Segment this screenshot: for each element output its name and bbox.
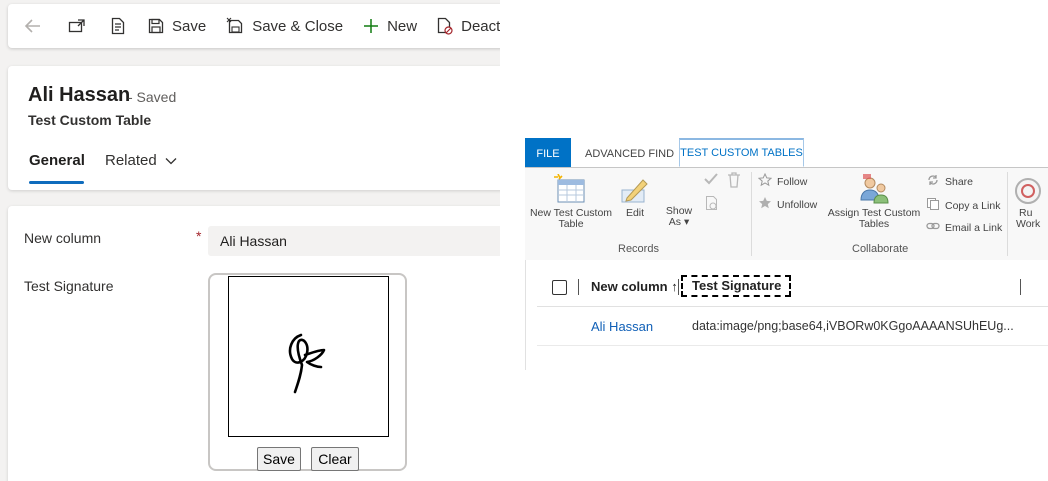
run-workflow-button[interactable]: Ru Work [1013,176,1048,230]
deactivate-icon [437,17,453,35]
new-record-button[interactable]: New Test Custom Table [529,174,613,230]
records-group-label: Records [618,243,659,255]
deactivate-button[interactable]: Deactiv [427,4,500,48]
tab-test-custom-tables[interactable]: TEST CUSTOM TABLES [679,138,804,167]
show-as-label-line2: As ▾ [668,216,690,228]
column-header-label: New column [591,279,668,294]
link-icon [926,221,945,234]
new-column-label: New column [24,230,102,246]
document-block-icon [705,195,724,214]
follow-button[interactable]: Follow [757,172,808,190]
assign-icon [825,174,923,208]
tab-related-label: Related [105,152,157,169]
ribbon: New Test Custom Table Edit Show As ▾ Rec… [525,168,1048,261]
delete-button[interactable] [727,172,746,191]
save-and-close-icon [226,17,244,35]
record-entity-name: Test Custom Table [28,112,152,128]
tab-file[interactable]: FILE [525,138,571,167]
signature-stroke [288,333,326,394]
form-editor-button[interactable] [98,4,138,48]
column-separator [678,279,679,295]
grid-header-row: New column ↑ Test Signature [537,268,1048,307]
save-button-label: Save [172,17,207,35]
plus-icon [363,18,379,34]
active-tab-indicator [29,181,84,184]
sort-ascending-icon: ↑ [671,279,678,294]
column-header-new-column[interactable]: New column ↑ [591,279,678,294]
new-record-icon [529,174,613,208]
select-all-checkbox[interactable] [552,280,567,295]
workflow-icon [1013,176,1048,208]
record-header: Ali Hassan - Saved Test Custom Table Gen… [8,66,500,190]
table-row[interactable]: Ali Hassan data:image/png;base64,iVBORw0… [537,307,1048,346]
new-record-label-line2: Table [558,218,584,230]
signature-canvas[interactable] [228,276,389,437]
copy-link-button[interactable]: Copy a Link [926,197,1000,214]
email-link-button[interactable]: Email a Link [926,221,1002,234]
star-filled-icon [758,196,777,213]
collaborate-group-label: Collaborate [852,243,909,255]
edit-button[interactable]: Edit [615,174,655,219]
tab-related[interactable]: Related [105,152,177,169]
back-arrow-icon [24,18,42,34]
records-grid: New column ↑ Test Signature Ali Hassan d… [525,260,1048,370]
record-title: Ali Hassan [28,84,131,106]
copy-icon [926,197,945,214]
trash-icon [727,172,746,191]
run-workflow-label-line2: Work [1016,218,1041,230]
command-bar: Save Save & Close New Deactiv [8,4,500,48]
test-signature-label: Test Signature [24,278,114,294]
deactivate-record-button[interactable] [705,195,724,214]
save-icon [148,18,164,34]
uci-form-panel: Save Save & Close New Deactiv Ali Hassan… [0,0,500,481]
signature-control: Save Clear [208,273,407,471]
signature-save-button[interactable]: Save [257,447,301,471]
activate-button[interactable] [703,172,724,189]
general-section: New column * Ali Hassan Test Signature S… [8,206,500,481]
tab-advanced-find[interactable]: ADVANCED FIND [585,138,674,167]
new-button[interactable]: New [353,4,427,48]
chevron-down-icon [157,152,177,169]
deactivate-button-label: Deactiv [461,17,500,35]
form-edit-icon [110,17,126,35]
share-button[interactable]: Share [926,173,973,190]
record-save-status: - Saved [128,89,177,105]
dropdown-arrow-icon: ▾ [683,216,690,228]
show-as-button[interactable]: Show As ▾ [661,206,697,228]
share-icon [926,173,945,190]
follow-label: Follow [777,175,808,188]
save-and-close-button[interactable]: Save & Close [216,4,353,48]
assign-label-line2: Tables [858,218,890,230]
classic-grid-panel: FILE ADVANCED FIND TEST CUSTOM TABLES Ne… [525,138,1048,370]
column-header-test-signature[interactable]: Test Signature [681,275,791,297]
assign-button[interactable]: Assign Test Custom Tables [825,174,923,230]
back-button[interactable] [8,4,56,48]
signature-data-cell: data:image/png;base64,iVBORw0KGgoAAAANSU… [692,319,1014,333]
open-new-window-button[interactable] [56,4,98,48]
edit-icon [615,174,655,208]
copy-link-label: Copy a Link [945,199,1001,212]
save-and-close-label: Save & Close [252,17,344,35]
tab-general[interactable]: General [29,152,85,169]
unfollow-label: Unfollow [777,198,818,211]
open-new-window-icon [68,18,86,34]
ribbon-tab-strip: FILE ADVANCED FIND TEST CUSTOM TABLES [525,138,1048,168]
ribbon-group-separator [1007,172,1008,256]
email-link-label: Email a Link [945,221,1003,234]
save-button[interactable]: Save [138,4,216,48]
record-link[interactable]: Ali Hassan [591,319,653,334]
edit-label: Edit [625,207,645,219]
new-column-input[interactable]: Ali Hassan [208,226,500,256]
column-separator [578,279,579,295]
new-button-label: New [387,17,418,35]
column-separator [1020,279,1021,295]
required-marker: * [196,228,202,244]
unfollow-button[interactable]: Unfollow [758,196,817,213]
checkmark-icon [703,172,724,189]
ribbon-group-separator [751,172,752,256]
star-outline-icon [757,172,777,190]
share-label: Share [945,175,974,188]
signature-clear-button[interactable]: Clear [311,447,359,471]
